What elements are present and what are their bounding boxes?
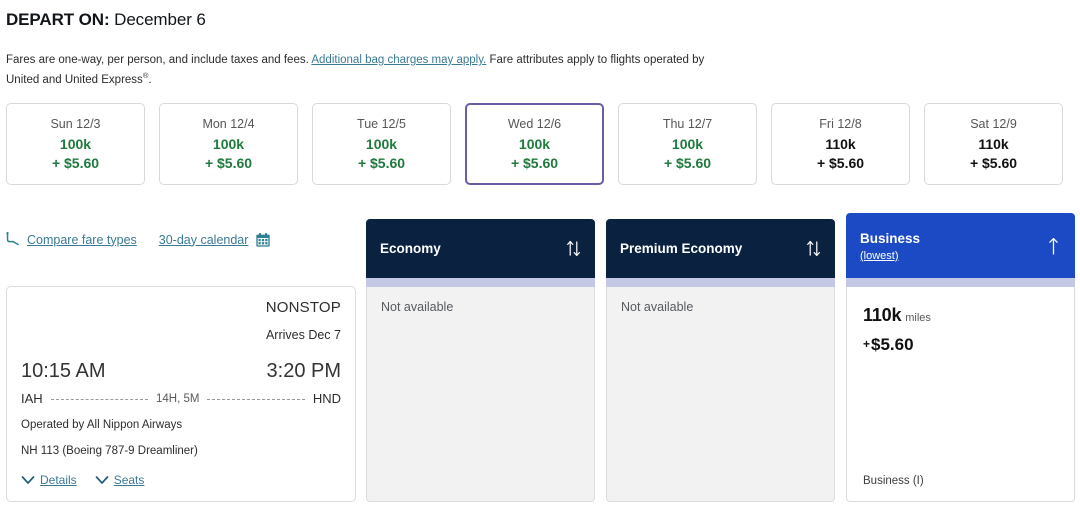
- date-card-cash: + $5.60: [51, 155, 100, 171]
- fare-miles-line: 110k miles: [863, 305, 931, 326]
- cabin-availability-status: Not available: [621, 300, 694, 314]
- fare-price-block: 110k miles +$5.60: [863, 305, 931, 355]
- compare-fare-types-link[interactable]: Compare fare types: [27, 233, 137, 247]
- cabin-body-economy: Not available: [366, 287, 595, 502]
- cabin-header-economy[interactable]: Economy: [366, 219, 595, 278]
- date-card-cash: + $5.60: [969, 155, 1018, 171]
- fare-miles-value: 110k: [863, 305, 902, 325]
- additional-bag-charges-link[interactable]: Additional bag charges may apply.: [311, 54, 486, 66]
- flight-result-card: NONSTOP Arrives Dec 7 10:15 AM 3:20 PM I…: [6, 286, 356, 502]
- date-card-day: Mon 12/4: [202, 117, 255, 131]
- cabin-accent-strip: [846, 278, 1075, 287]
- cabin-body-premium-economy: Not available: [606, 287, 835, 502]
- depart-on-label: DEPART ON:: [6, 10, 110, 29]
- fare-cash-line: +$5.60: [863, 335, 931, 355]
- route-line-left: [50, 399, 149, 400]
- flight-arrival-date: Arrives Dec 7: [265, 328, 341, 342]
- fare-class-label: Business (I): [863, 475, 924, 487]
- fare-cash-plus: +: [863, 337, 871, 351]
- date-card-day: Sun 12/3: [50, 117, 101, 131]
- cabin-title: Economy: [380, 240, 441, 256]
- cabin-accent-strip: [366, 278, 595, 287]
- flight-details-link[interactable]: Details: [40, 473, 77, 487]
- date-card-fri-12-8[interactable]: Fri 12/8 110k + $5.60: [771, 103, 910, 185]
- fare-disclaimer-text-end: .: [148, 73, 152, 86]
- thirty-day-calendar-link[interactable]: 30-day calendar: [159, 233, 249, 247]
- fare-miles-unit: miles: [905, 312, 931, 324]
- date-card-miles: 100k: [671, 136, 704, 152]
- flight-operated-by: Operated by All Nippon Airways: [21, 419, 183, 431]
- date-card-day: Tue 12/5: [357, 117, 406, 131]
- date-card-miles: 110k: [825, 136, 856, 152]
- chevron-down-icon[interactable]: [21, 475, 35, 485]
- flight-route-row: IAH 14H, 5M HND: [21, 391, 341, 406]
- flight-arrival-time: 3:20 PM: [266, 360, 341, 382]
- cabin-title: Business: [860, 230, 921, 246]
- date-card-wed-12-6[interactable]: Wed 12/6 100k + $5.60: [465, 103, 604, 185]
- sort-up-down-icon[interactable]: [806, 240, 821, 257]
- date-selector-strip: Sun 12/3 100k + $5.60 Mon 12/4 100k + $5…: [6, 103, 1074, 187]
- date-card-sat-12-9[interactable]: Sat 12/9 110k + $5.60: [924, 103, 1063, 185]
- date-card-cash: + $5.60: [663, 155, 712, 171]
- date-card-day: Sat 12/9: [970, 117, 1017, 131]
- date-card-miles: 100k: [59, 136, 92, 152]
- date-card-miles: 100k: [212, 136, 245, 152]
- date-card-cash: + $5.60: [204, 155, 253, 171]
- date-card-sun-12-3[interactable]: Sun 12/3 100k + $5.60: [6, 103, 145, 185]
- flight-card-actions: Details Seats: [21, 473, 144, 487]
- airline-seat-icon: [4, 231, 21, 248]
- cabin-body-business[interactable]: 110k miles +$5.60 Business (I): [846, 287, 1075, 502]
- page-title: DEPART ON: December 6: [6, 10, 206, 30]
- fare-cash-value: $5.60: [871, 335, 914, 354]
- depart-date: December 6: [114, 10, 206, 29]
- flight-number-equipment: NH 113 (Boeing 787-9 Dreamliner): [21, 445, 198, 457]
- cabin-header-premium-economy[interactable]: Premium Economy: [606, 219, 835, 278]
- sort-up-icon[interactable]: [1046, 237, 1061, 255]
- date-card-miles: 110k: [978, 136, 1009, 152]
- cabin-column-business: Business (lowest) 110k miles +$5.60 Busin…: [846, 213, 1075, 502]
- cabin-title-group: Business (lowest): [860, 230, 920, 262]
- fare-disclaimer-text-pre: Fares are one-way, per person, and inclu…: [6, 54, 312, 66]
- sort-up-down-icon[interactable]: [566, 240, 581, 257]
- cabin-accent-strip: [606, 278, 835, 287]
- route-line-right: [207, 399, 305, 400]
- cabin-lowest-badge[interactable]: (lowest): [860, 250, 920, 262]
- date-card-mon-12-4[interactable]: Mon 12/4 100k + $5.60: [159, 103, 298, 185]
- flight-stops-label: NONSTOP: [265, 299, 341, 316]
- calendar-icon[interactable]: [255, 232, 271, 248]
- date-card-cash: + $5.60: [816, 155, 865, 171]
- date-card-day: Thu 12/7: [662, 117, 713, 131]
- flight-origin-code: IAH: [21, 391, 43, 406]
- date-card-thu-12-7[interactable]: Thu 12/7 100k + $5.60: [618, 103, 757, 185]
- cabin-availability-status: Not available: [381, 300, 454, 314]
- cabin-column-economy: Economy Not available: [366, 219, 595, 502]
- cabin-column-premium-economy: Premium Economy Not available: [606, 219, 835, 502]
- flight-seats-link[interactable]: Seats: [114, 473, 145, 487]
- utility-links-row: Compare fare types 30-day calendar: [4, 231, 271, 248]
- date-card-miles: 100k: [518, 136, 551, 152]
- date-card-miles: 100k: [365, 136, 398, 152]
- chevron-down-icon[interactable]: [95, 475, 109, 485]
- date-card-cash: + $5.60: [510, 155, 559, 171]
- cabin-header-business[interactable]: Business (lowest): [846, 213, 1075, 278]
- date-card-cash: + $5.60: [357, 155, 406, 171]
- flight-destination-code: HND: [312, 391, 341, 406]
- flight-departure-time: 10:15 AM: [21, 360, 106, 382]
- date-card-day: Fri 12/8: [819, 117, 862, 131]
- flight-duration: 14H, 5M: [156, 392, 200, 405]
- cabin-title: Premium Economy: [620, 240, 743, 256]
- date-card-day: Wed 12/6: [507, 117, 562, 131]
- date-card-tue-12-5[interactable]: Tue 12/5 100k + $5.60: [312, 103, 451, 185]
- fare-disclaimer: Fares are one-way, per person, and inclu…: [6, 52, 706, 88]
